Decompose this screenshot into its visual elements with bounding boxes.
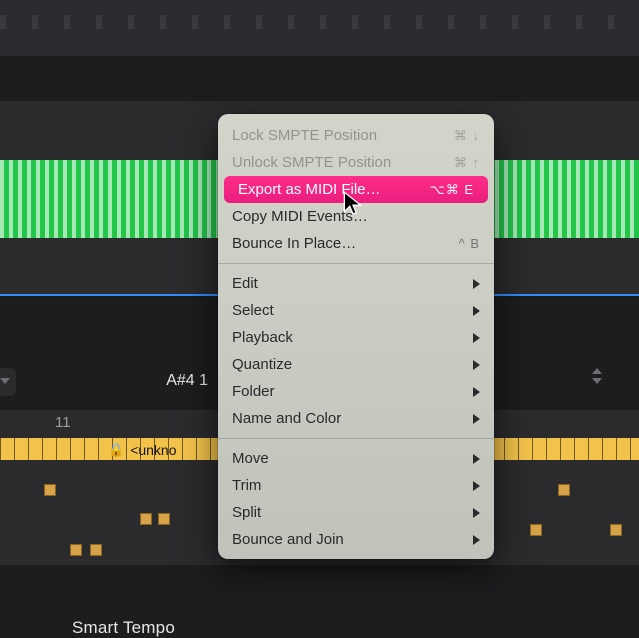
menu-item-shortcut: ⌥⌘ E — [430, 182, 474, 198]
menu-item-shortcut: ⌘ ↑ — [454, 155, 480, 171]
chevron-right-icon — [473, 454, 480, 464]
menu-item-bounce-in-place[interactable]: Bounce In Place… ^ B — [218, 230, 494, 257]
menu-item-shortcut: ^ B — [459, 236, 480, 251]
menu-item-label: Unlock SMPTE Position — [232, 154, 391, 171]
context-menu[interactable]: Lock SMPTE Position ⌘ ↓ Unlock SMPTE Posit… — [218, 114, 494, 559]
menu-item-label: Name and Color — [232, 410, 341, 427]
midi-note[interactable] — [610, 524, 622, 536]
midi-note[interactable] — [530, 524, 542, 536]
menu-item-label: Lock SMPTE Position — [232, 127, 377, 144]
menu-item-split[interactable]: Split — [218, 499, 494, 526]
chevron-right-icon — [473, 279, 480, 289]
track-lane-top[interactable] — [0, 0, 639, 56]
chevron-right-icon — [473, 535, 480, 545]
menu-item-edit[interactable]: Edit — [218, 270, 494, 297]
chevron-right-icon — [473, 387, 480, 397]
pitch-display[interactable]: A#4 1 — [130, 368, 220, 396]
menu-item-label: Split — [232, 504, 261, 521]
menu-item-trim[interactable]: Trim — [218, 472, 494, 499]
menu-item-label: Copy MIDI Events… — [232, 208, 368, 225]
menu-item-unlock-smpte: Unlock SMPTE Position ⌘ ↑ — [218, 149, 494, 176]
tool-dropdown[interactable] — [0, 368, 16, 396]
locked-marker-label: <unkno — [130, 442, 176, 458]
chevron-right-icon — [473, 333, 480, 343]
chevron-right-icon — [473, 508, 480, 518]
menu-item-move[interactable]: Move — [218, 445, 494, 472]
midi-note[interactable] — [158, 513, 170, 525]
chevron-down-icon[interactable] — [592, 378, 602, 384]
menu-item-shortcut: ⌘ ↓ — [454, 128, 480, 144]
menu-separator — [218, 438, 494, 439]
locked-marker[interactable]: 🔒 <unkno — [108, 442, 177, 458]
midi-note[interactable] — [44, 484, 56, 496]
menu-item-copy-midi[interactable]: Copy MIDI Events… — [218, 203, 494, 230]
menu-item-label: Folder — [232, 383, 275, 400]
midi-note[interactable] — [70, 544, 82, 556]
menu-item-label: Select — [232, 302, 274, 319]
menu-item-export-midi[interactable]: Export as MIDI File… ⌥⌘ E — [224, 176, 488, 203]
menu-item-name-color[interactable]: Name and Color — [218, 405, 494, 432]
menu-separator — [218, 263, 494, 264]
menu-item-playback[interactable]: Playback — [218, 324, 494, 351]
menu-item-label: Bounce In Place… — [232, 235, 356, 252]
menu-item-label: Bounce and Join — [232, 531, 344, 548]
midi-note[interactable] — [558, 484, 570, 496]
chevron-up-icon[interactable] — [592, 368, 602, 374]
menu-item-quantize[interactable]: Quantize — [218, 351, 494, 378]
menu-item-label: Quantize — [232, 356, 292, 373]
chevron-right-icon — [473, 481, 480, 491]
menu-item-folder[interactable]: Folder — [218, 378, 494, 405]
chevron-right-icon — [473, 360, 480, 370]
tab-smart-tempo[interactable]: Smart Tempo — [72, 618, 175, 638]
midi-note[interactable] — [140, 513, 152, 525]
chevron-right-icon — [473, 414, 480, 424]
track-gap — [0, 56, 639, 101]
lock-icon: 🔒 — [108, 442, 124, 458]
value-stepper[interactable] — [592, 368, 610, 396]
menu-item-label: Move — [232, 450, 269, 467]
menu-item-lock-smpte: Lock SMPTE Position ⌘ ↓ — [218, 122, 494, 149]
chevron-right-icon — [473, 306, 480, 316]
menu-item-bounce-join[interactable]: Bounce and Join — [218, 526, 494, 553]
midi-note[interactable] — [90, 544, 102, 556]
menu-item-label: Trim — [232, 477, 261, 494]
menu-item-label: Playback — [232, 329, 293, 346]
menu-item-select[interactable]: Select — [218, 297, 494, 324]
bar-number: 11 — [55, 414, 71, 431]
menu-item-label: Export as MIDI File… — [238, 181, 381, 198]
menu-item-label: Edit — [232, 275, 258, 292]
